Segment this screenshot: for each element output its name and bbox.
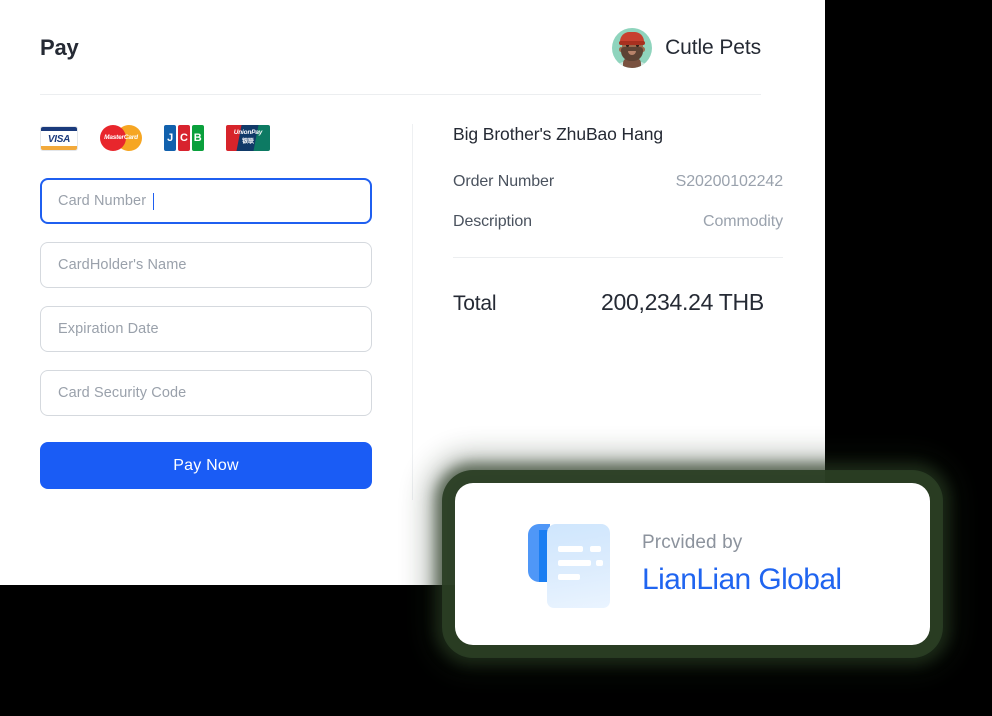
jcb-panel-j: J [164,125,177,151]
pay-now-button[interactable]: Pay Now [40,442,372,489]
unionpay-wordmark: UnionPay [233,129,263,136]
merchant-identity: Cutle Pets [612,28,761,68]
expiration-date-placeholder: Expiration Date [58,321,159,337]
jcb-letter-b: B [193,132,202,144]
header-divider [40,94,761,95]
card-number-placeholder: Card Number [58,193,147,209]
order-number-label: Order Number [453,173,555,190]
provider-badge-card: Prcvided by LianLian Global [455,483,930,645]
visa-wordmark: VISA [47,133,71,145]
document-receipt-icon [528,520,610,608]
column-divider [412,124,413,500]
provided-by-label: Prcvided by [642,531,743,553]
mastercard-wordmark: MasterCard [104,134,138,141]
text-caret [153,192,155,210]
order-number-value: S20200102242 [675,173,783,190]
document-text-line [558,560,591,566]
document-text-line [590,546,601,552]
cardholder-name-placeholder: CardHolder's Name [58,257,187,273]
jcb-letter-c: C [180,132,188,144]
page-title: Pay [40,35,79,60]
visa-logo: VISA [40,125,78,151]
order-summary-column: Big Brother's ZhuBao Hang Order Number S… [453,124,783,316]
card-number-input[interactable]: Card Number [40,178,372,224]
expiration-date-input[interactable]: Expiration Date [40,306,372,352]
order-number-row: Order Number S20200102242 [453,173,783,191]
screenshot-stage: Pay Cutle Pets VISA MasterCard J C B Uni… [0,0,992,716]
visa-top-band [41,126,77,131]
total-row: Total 200,234.24 THB [453,289,783,316]
jcb-logo: J C B [164,125,204,151]
order-summary-divider [453,257,783,258]
visa-bottom-band [41,145,77,150]
avatar-cap-brim [619,41,646,45]
jcb-letter-j: J [167,132,174,144]
cardholder-name-input[interactable]: CardHolder's Name [40,242,372,288]
security-code-input[interactable]: Card Security Code [40,370,372,416]
description-value: Commodity [702,213,783,230]
card-header: Pay Cutle Pets [40,22,761,74]
document-text-line [558,574,580,580]
mastercard-logo: MasterCard [100,125,142,151]
unionpay-wordmark-cn: 银联 [241,139,254,145]
unionpay-logo: UnionPay 银联 [226,125,270,151]
document-page [547,524,610,608]
document-text-line [596,560,603,566]
document-text-line [558,546,583,552]
security-code-placeholder: Card Security Code [58,385,187,401]
total-value: 200,234.24 THB [601,289,764,315]
provider-name: LianLian Global [642,562,842,596]
merchant-name: Cutle Pets [665,36,761,59]
jcb-panel-c: C [177,125,191,151]
accepted-card-brands: VISA MasterCard J C B UnionPay 银联 [40,124,372,152]
jcb-panel-b: B [191,125,204,151]
total-label: Total [453,292,497,315]
order-merchant-name: Big Brother's ZhuBao Hang [453,124,663,144]
description-row: Description Commodity [453,213,783,231]
provider-text-block: Prcvided by LianLian Global [642,532,842,597]
avatar [612,28,653,68]
description-label: Description [453,213,532,230]
card-form-column: VISA MasterCard J C B UnionPay 银联 Card N… [40,124,372,489]
